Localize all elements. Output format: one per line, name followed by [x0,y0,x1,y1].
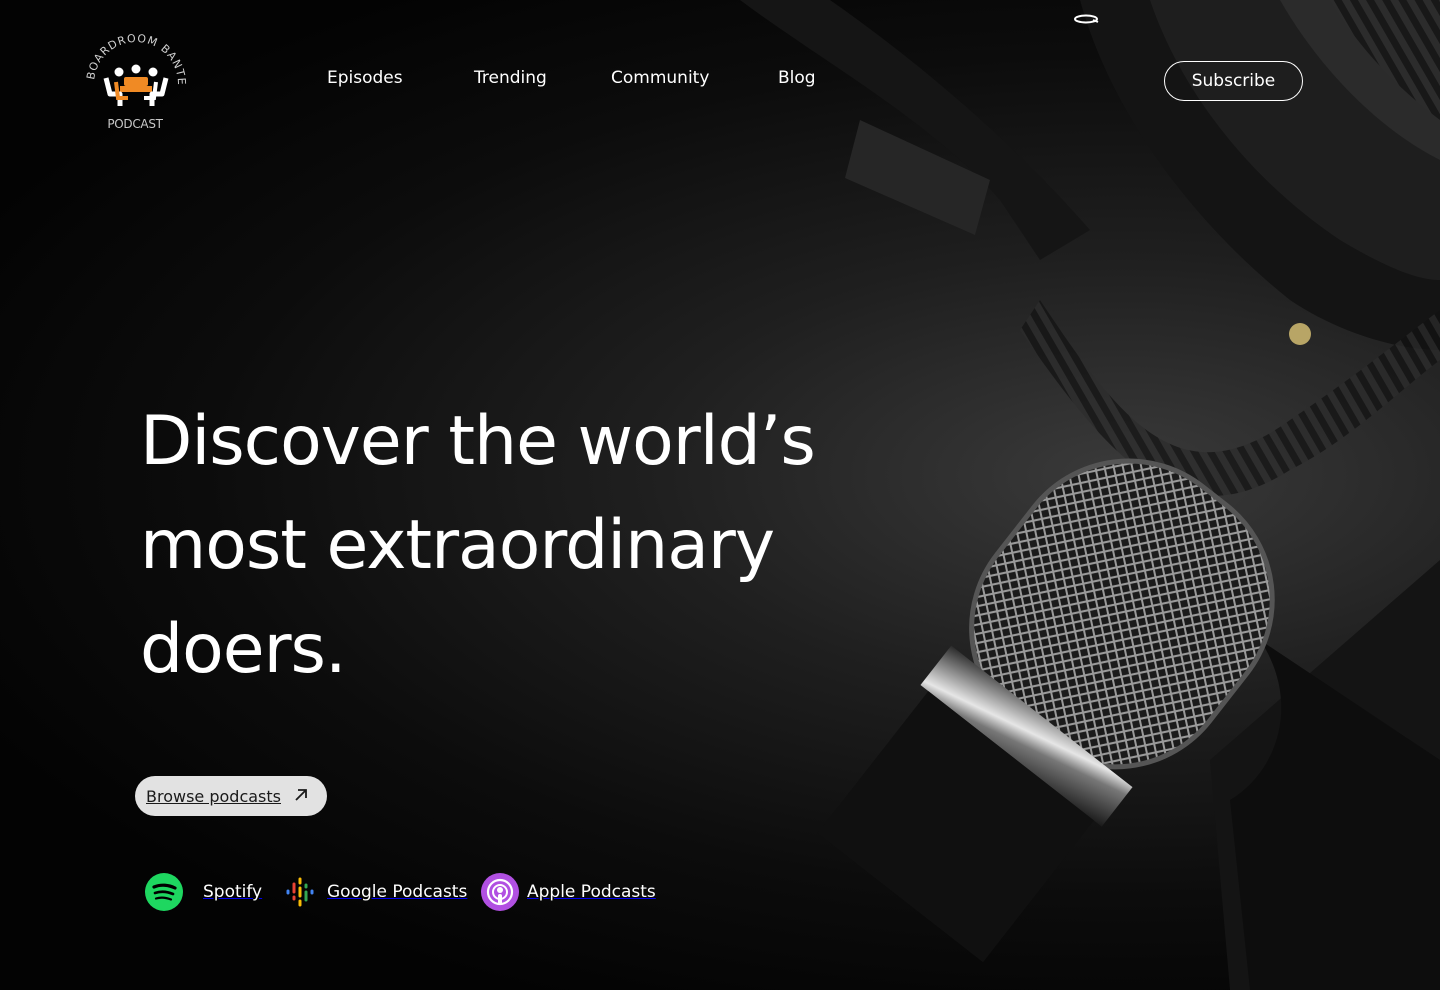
hero-section: BOARDROOM BANTER PODCAST Episodes Trendi… [0,0,1440,990]
apple-podcasts-link[interactable]: Apple Podcasts [481,872,656,912]
nav-link-trending[interactable]: Trending [474,68,547,88]
google-podcasts-label: Google Podcasts [327,882,468,902]
google-podcasts-icon [286,877,314,907]
nav-link-community[interactable]: Community [611,68,709,88]
browse-podcasts-label: Browse podcasts [146,786,281,806]
nav-link-episodes[interactable]: Episodes [327,68,403,88]
main-nav: Episodes Trending Community Blog [0,68,900,94]
headline-line-3: doers. [140,610,347,689]
subscribe-button[interactable]: Subscribe [1164,61,1303,101]
headline-line-2: most extraordinary [140,506,775,585]
spotify-label: Spotify [203,882,263,902]
arrow-up-right-icon [295,789,307,801]
apple-podcasts-label: Apple Podcasts [527,882,656,902]
nav-link-blog[interactable]: Blog [778,68,816,88]
headline-line-1: Discover the world’s [140,402,816,481]
google-podcasts-link[interactable]: Google Podcasts [283,872,467,912]
logo-caption: PODCAST [107,117,163,131]
hero-headline: Discover the world’s most extraordinary … [140,390,840,702]
spotify-icon [145,873,183,911]
search-icon[interactable] [1072,13,1100,25]
apple-podcasts-icon [481,873,519,911]
browse-podcasts-button[interactable]: Browse podcasts [135,776,327,816]
spotify-link[interactable]: Spotify [145,872,262,912]
